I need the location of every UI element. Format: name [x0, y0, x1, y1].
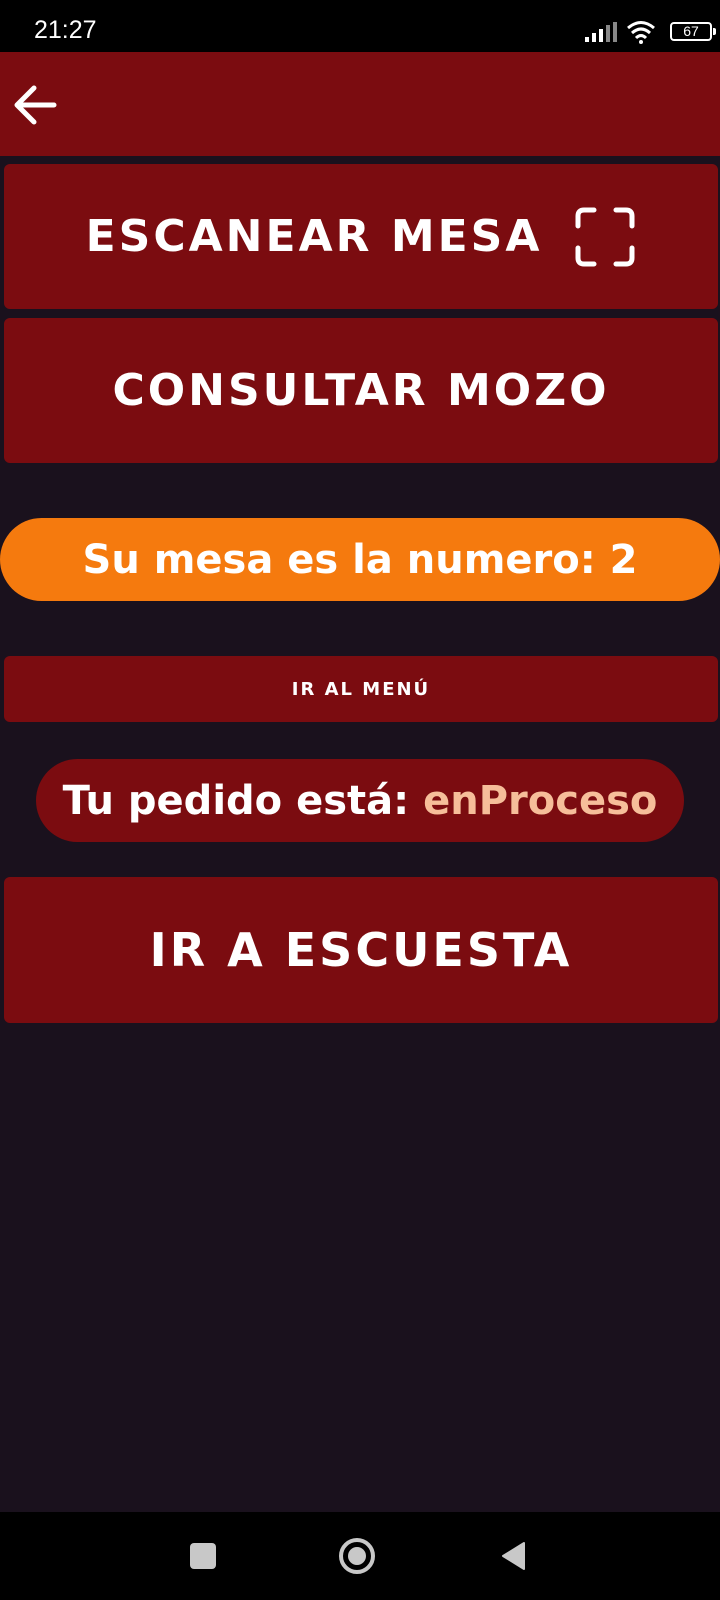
order-status-label: Tu pedido está:	[62, 777, 410, 824]
scan-table-button[interactable]: ESCANEAR MESA	[4, 164, 718, 309]
go-to-survey-label: IR A ESCUESTA	[149, 923, 573, 977]
battery-level: 67	[683, 23, 699, 39]
order-status-badge: Tu pedido está: enProceso	[36, 759, 684, 842]
qr-scan-frame-icon	[575, 207, 635, 266]
status-bar: 21:27 67	[0, 0, 720, 52]
system-nav-bar	[0, 1512, 720, 1600]
scan-table-label: ESCANEAR MESA	[85, 211, 543, 262]
wifi-icon	[627, 21, 655, 44]
app-header	[0, 52, 720, 156]
go-to-survey-button[interactable]: IR A ESCUESTA	[4, 877, 718, 1023]
arrow-left-icon[interactable]	[10, 82, 60, 128]
table-number-badge: Su mesa es la numero: 2	[0, 518, 720, 601]
go-to-menu-button[interactable]: IR AL MENÚ	[4, 656, 718, 722]
table-number-text: Su mesa es la numero: 2	[82, 536, 638, 583]
order-status-value: enProceso	[423, 777, 658, 824]
back-icon[interactable]	[500, 1541, 526, 1571]
home-icon[interactable]	[339, 1538, 375, 1574]
status-time: 21:27	[34, 16, 97, 44]
consult-waiter-button[interactable]: CONSULTAR MOZO	[4, 318, 718, 463]
signal-icon	[585, 22, 617, 42]
go-to-menu-label: IR AL MENÚ	[291, 678, 431, 700]
battery-icon: 67	[670, 22, 716, 41]
recents-icon[interactable]	[190, 1543, 216, 1569]
consult-waiter-label: CONSULTAR MOZO	[112, 365, 610, 416]
